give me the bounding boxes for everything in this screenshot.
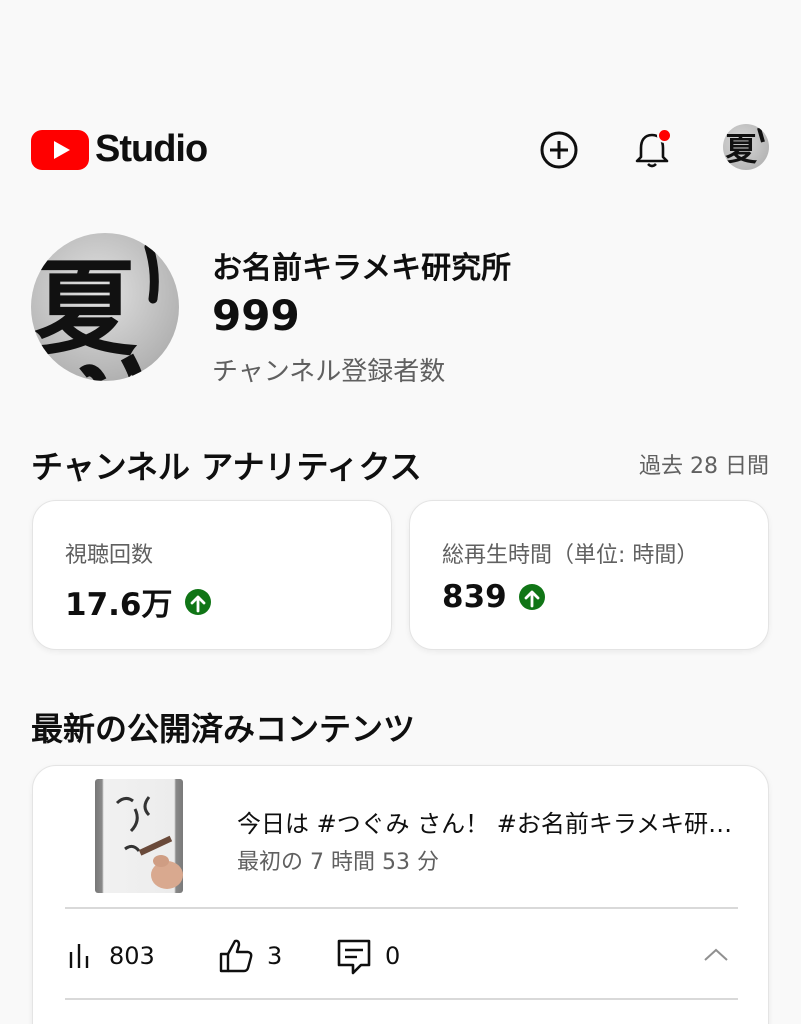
youtube-play-icon: [31, 129, 89, 170]
thumbs-up-icon: [219, 939, 253, 973]
collapse-button[interactable]: [702, 942, 730, 974]
latest-video-card[interactable]: 今日は #つぐみ さん！ #お名前キラメキ研究所 最初の 7 時間 53 分 8…: [32, 765, 769, 1024]
channel-avatar-image: 夏: [33, 242, 159, 381]
channel-avatar[interactable]: 夏: [31, 233, 179, 381]
views-stat: 803: [65, 934, 155, 978]
likes-count: 3: [267, 942, 283, 970]
metric-value-text: 17.6万: [65, 587, 173, 623]
metric-label: 視聴回数: [65, 543, 154, 568]
views-metric-card[interactable]: 視聴回数 17.6万: [32, 500, 392, 650]
comments-stat: 0: [335, 934, 400, 978]
bar-chart-icon: [69, 944, 89, 968]
metric-value-text: 839: [442, 579, 507, 615]
create-icon: [540, 131, 578, 169]
divider: [65, 998, 738, 1000]
latest-content-title: 最新の公開済みコンテンツ: [31, 710, 416, 748]
video-title[interactable]: 今日は #つぐみ さん！ #お名前キラメキ研究所: [237, 804, 737, 839]
analytics-period: 過去 28 日間: [639, 454, 769, 479]
youtube-studio-logo[interactable]: Studio: [31, 128, 208, 171]
likes-stat: 3: [217, 934, 282, 978]
trend-up-icon: [518, 584, 545, 610]
top-app-bar: Studio 夏: [0, 120, 801, 180]
notifications-button[interactable]: [630, 128, 674, 172]
divider: [65, 907, 738, 909]
video-thumbnail[interactable]: [95, 779, 183, 893]
trend-up-icon: [184, 588, 211, 615]
logo-text: Studio: [95, 128, 208, 170]
metric-value: 839: [442, 579, 545, 615]
thumbnail-image: [115, 796, 183, 889]
metric-label: 総再生時間（単位: 時間）: [442, 543, 699, 568]
video-meta: 最初の 7 時間 53 分: [237, 850, 439, 875]
avatar-image: 夏: [725, 127, 765, 168]
analytics-title: チャンネル アナリティクス: [31, 448, 422, 486]
channel-header: 夏 お名前キラメキ研究所 999 チャンネル登録者数: [31, 233, 771, 387]
create-button[interactable]: [537, 128, 581, 172]
channel-name: お名前キラメキ研究所: [212, 251, 512, 286]
metric-value: 17.6万: [65, 579, 211, 624]
subscriber-label: チャンネル登録者数: [212, 357, 446, 387]
account-avatar[interactable]: 夏: [723, 124, 769, 170]
comments-count: 0: [385, 942, 401, 970]
views-count: 803: [109, 942, 155, 970]
watch-time-metric-card[interactable]: 総再生時間（単位: 時間） 839: [409, 500, 769, 650]
comment-icon: [337, 939, 371, 975]
video-stats-row: 803 3 0: [65, 934, 738, 978]
svg-text:夏: 夏: [725, 130, 758, 168]
svg-text:夏: 夏: [33, 247, 138, 370]
subscriber-count: 999: [212, 291, 300, 340]
notification-badge: [657, 128, 672, 143]
chevron-up-icon: [704, 948, 728, 961]
